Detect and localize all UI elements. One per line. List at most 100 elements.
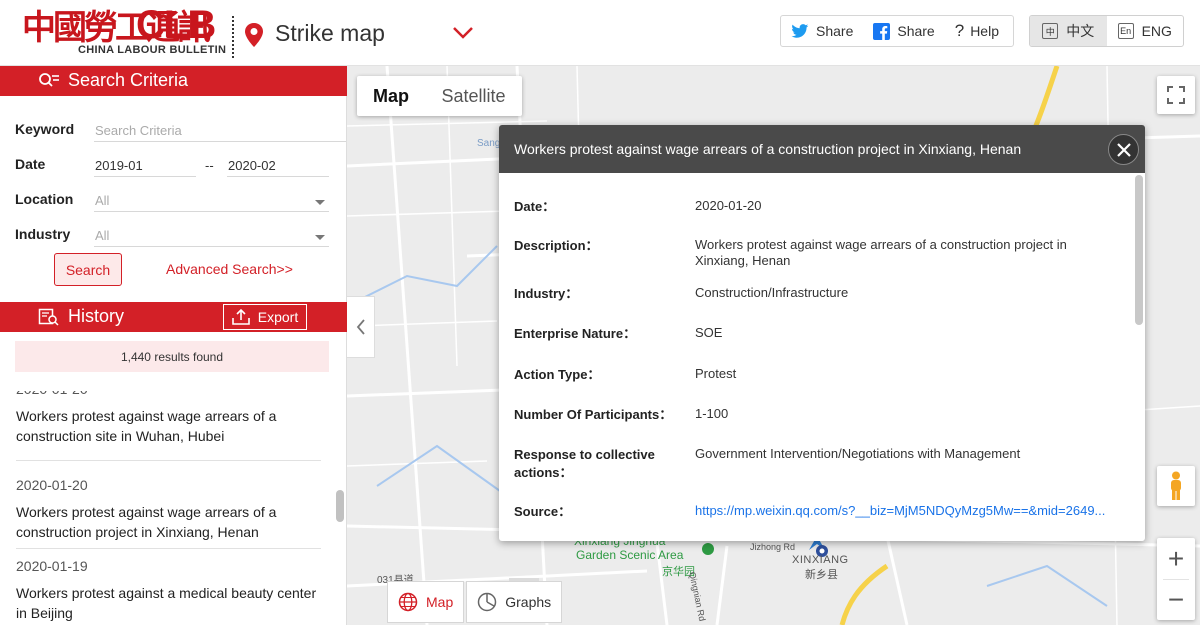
list-item-date: 2020-01-19 [16, 558, 88, 574]
street-view-pegman[interactable] [1157, 466, 1195, 506]
keyword-row: Keyword Search Criteria [15, 116, 346, 146]
map-label-xinxiang-cn: 新乡县 [805, 569, 838, 581]
location-value: All [95, 193, 110, 208]
popup-key: Description： [514, 238, 599, 253]
search-criteria-bar: Search Criteria [0, 66, 347, 96]
list-item-title: Workers protest against wage arrears of … [16, 408, 277, 444]
tab-graphs-label: Graphs [505, 594, 552, 610]
pegman-icon [1171, 471, 1181, 500]
popup-value: Construction/Infrastructure [695, 285, 849, 300]
tab-graphs[interactable]: Graphs [466, 581, 563, 623]
export-button[interactable]: Export [223, 304, 307, 330]
lang-english-label: ENG [1141, 23, 1172, 39]
question-icon: ? [954, 21, 965, 40]
map-type-control: Map Satellite [357, 76, 522, 116]
help-button[interactable]: ? Help [945, 16, 1009, 46]
list-item-date: 2020-01-20 [16, 391, 321, 397]
popup-value: 1-100 [695, 406, 729, 421]
facebook-share-button[interactable]: Share [863, 16, 944, 46]
popup-key: Action Type： [514, 367, 601, 382]
export-label: Export [257, 309, 299, 325]
fullscreen-icon [1167, 86, 1185, 104]
logo-subtitle: CHINA LABOUR BULLETIN [78, 44, 227, 56]
popup-value: SOE [695, 325, 723, 340]
history-list: 2020-01-20 Workers protest against wage … [0, 391, 347, 625]
industry-value: All [95, 228, 110, 243]
event-info-popup: Workers protest against wage arrears of … [499, 125, 1145, 541]
lang-chinese-button[interactable]: 中 中文 [1030, 16, 1107, 46]
zoom-out-button[interactable]: − [1157, 579, 1195, 620]
view-tabs: Map Graphs [387, 581, 564, 623]
popup-key: Date： [514, 199, 556, 214]
date-to-input[interactable]: 2020-02 [227, 155, 329, 177]
collapse-sidebar-button[interactable] [347, 296, 375, 358]
twitter-share-button[interactable]: Share [781, 16, 863, 46]
popup-scrollbar[interactable] [1135, 175, 1143, 325]
top-header: 中國勞工通訊 CLB CHINA LABOUR BULLETIN Strike … [0, 0, 1200, 66]
search-criteria-title: Search Criteria [68, 70, 189, 90]
sidebar: Search Criteria Keyword Search Criteria … [0, 66, 347, 625]
location-row: Location All [15, 186, 333, 216]
popup-key: Response to collective actions： [514, 447, 655, 480]
map-type-map-button[interactable]: Map [357, 76, 425, 116]
tab-map[interactable]: Map [387, 581, 465, 623]
lang-english-button[interactable]: En ENG [1107, 16, 1184, 46]
zoom-control: + − [1157, 538, 1195, 620]
chevron-down-icon[interactable] [452, 26, 474, 40]
help-label: Help [970, 23, 999, 39]
industry-label: Industry [15, 226, 71, 242]
popup-header: Workers protest against wage arrears of … [499, 125, 1145, 173]
map-label-xinxiang: XINXIANG [792, 554, 849, 566]
chevron-left-icon [356, 319, 365, 335]
date-separator: -- [205, 158, 214, 173]
upload-icon [231, 309, 250, 325]
header-divider [232, 16, 234, 58]
twitter-share-label: Share [816, 23, 854, 39]
list-item[interactable]: 2020-01-19 Workers protest against a med… [16, 558, 321, 625]
history-bar: History Export [0, 302, 347, 332]
popup-key: Enterprise Nature： [514, 326, 637, 341]
keyword-label: Keyword [15, 121, 75, 137]
date-label: Date [15, 156, 46, 172]
industry-row: Industry All [15, 221, 333, 251]
advanced-search-link[interactable]: Advanced Search>> [166, 261, 293, 277]
industry-select[interactable]: All [94, 225, 329, 247]
close-icon [1116, 142, 1131, 157]
search-button[interactable]: Search [54, 253, 122, 286]
language-switcher: 中 中文 En ENG [1029, 15, 1184, 47]
page-title: Strike map [275, 20, 385, 46]
chinese-lang-icon: 中 [1042, 23, 1059, 39]
zoom-in-button[interactable]: + [1157, 538, 1195, 579]
popup-value: Protest [695, 366, 737, 381]
map-label-garden-2: Garden Scenic Area [576, 548, 684, 562]
fullscreen-button[interactable] [1157, 76, 1195, 114]
globe-icon [398, 592, 418, 612]
facebook-share-label: Share [897, 23, 935, 39]
date-from-input[interactable]: 2019-01 [94, 155, 196, 177]
english-lang-icon: En [1117, 23, 1134, 39]
results-count: 1,440 results found [15, 341, 329, 372]
popup-title: Workers protest against wage arrears of … [514, 141, 1022, 157]
popup-value: Government Intervention/Negotiations wit… [695, 446, 1021, 461]
map-label-jizhong: Jizhong Rd [750, 542, 796, 552]
location-label: Location [15, 191, 74, 207]
map-type-satellite-button[interactable]: Satellite [425, 76, 522, 116]
logo-clb[interactable]: CLB [136, 4, 216, 46]
history-scrollbar[interactable] [336, 490, 344, 522]
source-link[interactable]: https://mp.weixin.qq.com/s?__biz=MjM5NDQ… [695, 503, 1120, 519]
facebook-icon [873, 22, 891, 40]
popup-key: Source： [514, 504, 572, 519]
list-item[interactable]: 2020-01-20 Workers protest against wage … [16, 477, 321, 549]
share-group: Share Share ? Help [780, 15, 1014, 47]
history-title: History [68, 306, 125, 326]
list-item[interactable]: 2020-01-20 Workers protest against wage … [16, 391, 321, 461]
keyword-input[interactable]: Search Criteria [94, 120, 346, 142]
popup-value: 2020-01-20 [695, 198, 762, 213]
location-select[interactable]: All [94, 190, 329, 212]
popup-close-button[interactable] [1108, 134, 1139, 165]
list-item-title: Workers protest against wage arrears of … [16, 504, 277, 540]
popup-key: Number Of Participants： [514, 407, 673, 422]
dropdown-caret-icon [315, 200, 325, 205]
zoom-divider [1163, 579, 1189, 580]
dropdown-caret-icon [315, 235, 325, 240]
